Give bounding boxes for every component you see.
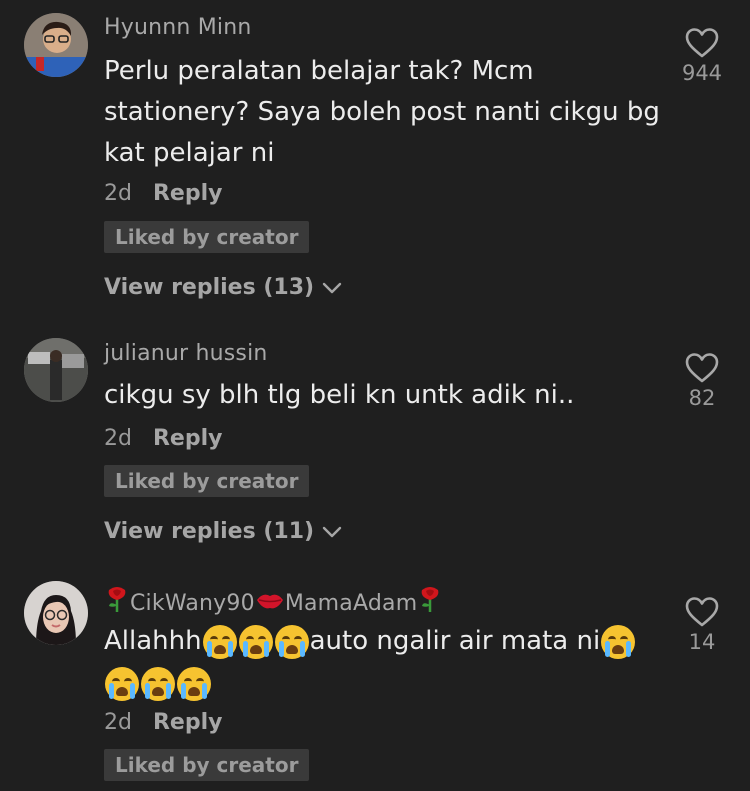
rose-emoji <box>421 587 439 612</box>
heart-outline-icon[interactable] <box>684 596 720 628</box>
rose-emoji <box>108 587 126 612</box>
kiss-mark-emoji <box>256 594 283 609</box>
loudly-crying-face-emoji <box>202 624 237 659</box>
liked-by-creator-badge: Liked by creator <box>104 749 310 781</box>
username-part: CikWany90 <box>130 591 255 616</box>
comment-text-part: auto ngalir air mata ni <box>309 626 601 656</box>
comment-text: Allahhh auto ngalir air mata ni <box>104 620 664 704</box>
username-part: MamaAdam <box>284 591 418 616</box>
loudly-crying-face-emoji <box>177 666 211 701</box>
comment-text-part: Allahhh <box>104 626 202 656</box>
comment-item: CikWany90 MamaAdam Allahhh auto ngalir ai… <box>0 0 750 791</box>
like-count: 14 <box>688 630 716 654</box>
loudly-crying-face-emoji <box>601 624 636 659</box>
comment-username[interactable]: CikWany90 MamaAdam <box>104 585 443 616</box>
loudly-crying-face-emoji <box>141 666 175 701</box>
like-column: 14 <box>672 596 732 654</box>
avatar[interactable] <box>24 581 88 645</box>
loudly-crying-face-emoji <box>274 624 309 659</box>
reply-button[interactable]: Reply <box>153 710 223 735</box>
comment-time: 2d <box>104 710 132 735</box>
loudly-crying-face-emoji <box>238 624 273 659</box>
loudly-crying-face-emoji <box>105 666 139 701</box>
comment-meta: 2d Reply <box>104 710 222 735</box>
